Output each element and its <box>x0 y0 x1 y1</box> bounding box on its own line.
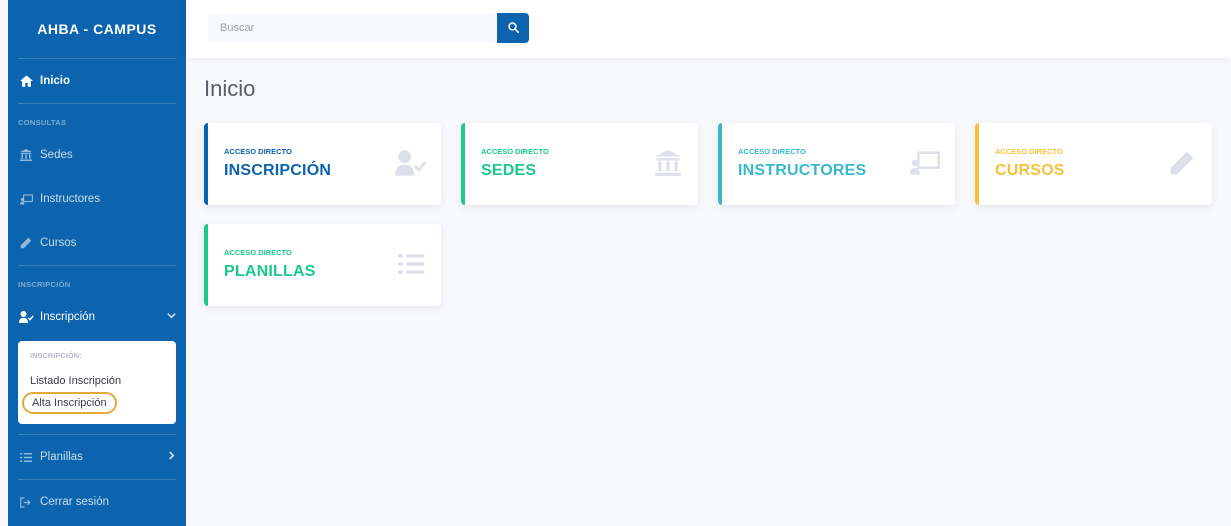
bank-icon <box>652 147 684 179</box>
card-kicker: ACCESO DIRECTO <box>995 147 1063 156</box>
topbar <box>186 0 1231 58</box>
search-icon <box>507 21 519 36</box>
page-title: Inicio <box>204 76 256 101</box>
submenu-item-alta-inscripcion[interactable]: Alta Inscripción <box>22 392 117 414</box>
sidebar-item-inicio[interactable]: Inicio <box>8 59 186 103</box>
sidebar-item-label: Planillas <box>40 451 83 463</box>
sidebar-item-logout[interactable]: Cerrar sesión <box>8 480 186 524</box>
search-button[interactable] <box>497 13 529 43</box>
sidebar-item-label: Sedes <box>40 149 73 161</box>
chevron-right-icon <box>167 451 176 463</box>
sidebar-item-label: Inicio <box>40 75 71 87</box>
user-check-icon <box>18 311 34 323</box>
card-label: INSTRUCTORES <box>738 162 867 179</box>
inscripcion-submenu: INSCRIPCIÓN: Listado Inscripción Alta In… <box>18 341 176 424</box>
submenu-item-listado-inscripcion[interactable]: Listado Inscripción <box>18 370 176 392</box>
card-instructores[interactable]: ACCESO DIRECTO INSTRUCTORES <box>718 123 955 205</box>
chalkboard-teacher-icon <box>909 147 941 179</box>
sidebar-item-instructores[interactable]: Instructores <box>8 177 186 221</box>
sidebar-item-label: Instructores <box>40 193 101 205</box>
sidebar-item-planillas[interactable]: Planillas <box>8 435 186 479</box>
sidebar-item-cursos[interactable]: Cursos <box>8 221 186 265</box>
sidebar-item-sedes[interactable]: Sedes <box>8 133 186 177</box>
card-label: INSCRIPCIÓN <box>224 162 332 179</box>
card-kicker: ACCESO DIRECTO <box>738 147 806 156</box>
sign-out-icon <box>18 496 34 508</box>
sidebar-heading-inscripcion: INSCRIPCIÓN <box>18 280 71 289</box>
pencil-icon <box>1166 147 1198 179</box>
tasks-icon <box>18 452 34 463</box>
tasks-icon <box>395 248 427 280</box>
user-check-icon <box>395 147 427 179</box>
search-bar <box>208 13 529 43</box>
card-label: PLANILLAS <box>224 263 316 280</box>
home-icon <box>18 75 34 87</box>
submenu-heading: INSCRIPCIÓN: <box>30 351 82 360</box>
chevron-down-icon <box>167 311 176 323</box>
card-planillas[interactable]: ACCESO DIRECTO PLANILLAS <box>204 224 441 306</box>
card-sedes[interactable]: ACCESO DIRECTO SEDES <box>461 123 698 205</box>
card-kicker: ACCESO DIRECTO <box>481 147 549 156</box>
card-kicker: ACCESO DIRECTO <box>224 147 292 156</box>
chalkboard-teacher-icon <box>18 193 34 205</box>
card-kicker: ACCESO DIRECTO <box>224 248 292 257</box>
search-input[interactable] <box>208 13 497 43</box>
card-cursos[interactable]: ACCESO DIRECTO CURSOS <box>975 123 1212 205</box>
sidebar-heading-consultas: CONSULTAS <box>18 118 67 127</box>
pencil-icon <box>18 237 34 249</box>
card-label: SEDES <box>481 162 537 179</box>
card-label: CURSOS <box>995 162 1065 179</box>
sidebar-item-label: Cursos <box>40 237 77 249</box>
sidebar: AHBA - CAMPUS Inicio CONSULTAS Sedes Ins… <box>8 0 186 526</box>
brand-title[interactable]: AHBA - CAMPUS <box>8 0 186 58</box>
sidebar-item-label: Cerrar sesión <box>40 496 110 508</box>
card-inscripcion[interactable]: ACCESO DIRECTO INSCRIPCIÓN <box>204 123 441 205</box>
bank-icon <box>18 149 34 161</box>
sidebar-item-inscripcion[interactable]: Inscripción <box>8 295 186 339</box>
sidebar-item-label: Inscripción <box>40 311 95 323</box>
